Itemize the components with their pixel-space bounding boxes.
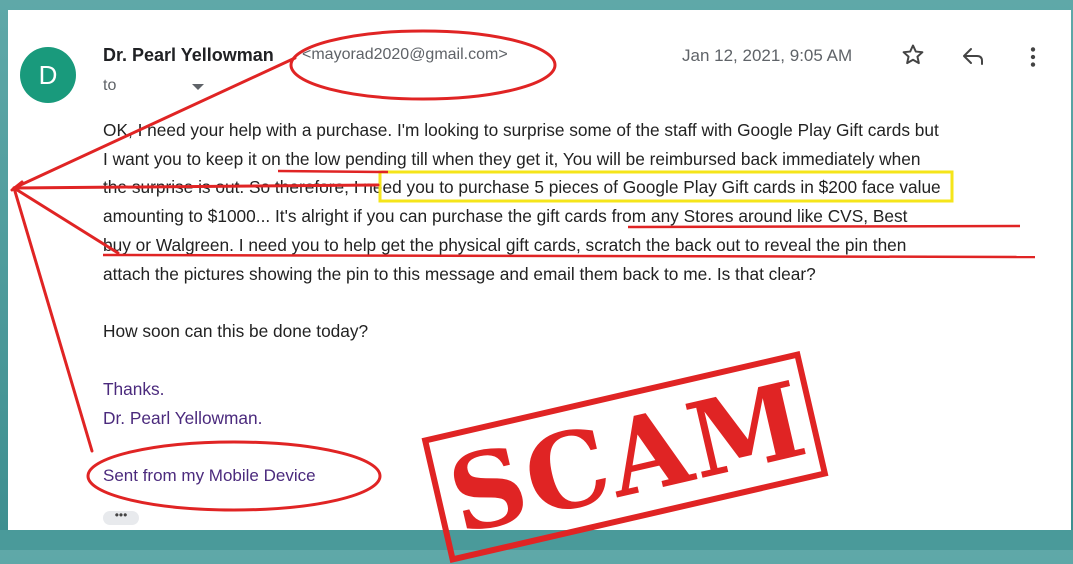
highlight-box <box>378 170 954 203</box>
underline-marks <box>102 169 1036 259</box>
email-address-circle <box>289 29 557 101</box>
sent-from-circle <box>86 440 382 512</box>
